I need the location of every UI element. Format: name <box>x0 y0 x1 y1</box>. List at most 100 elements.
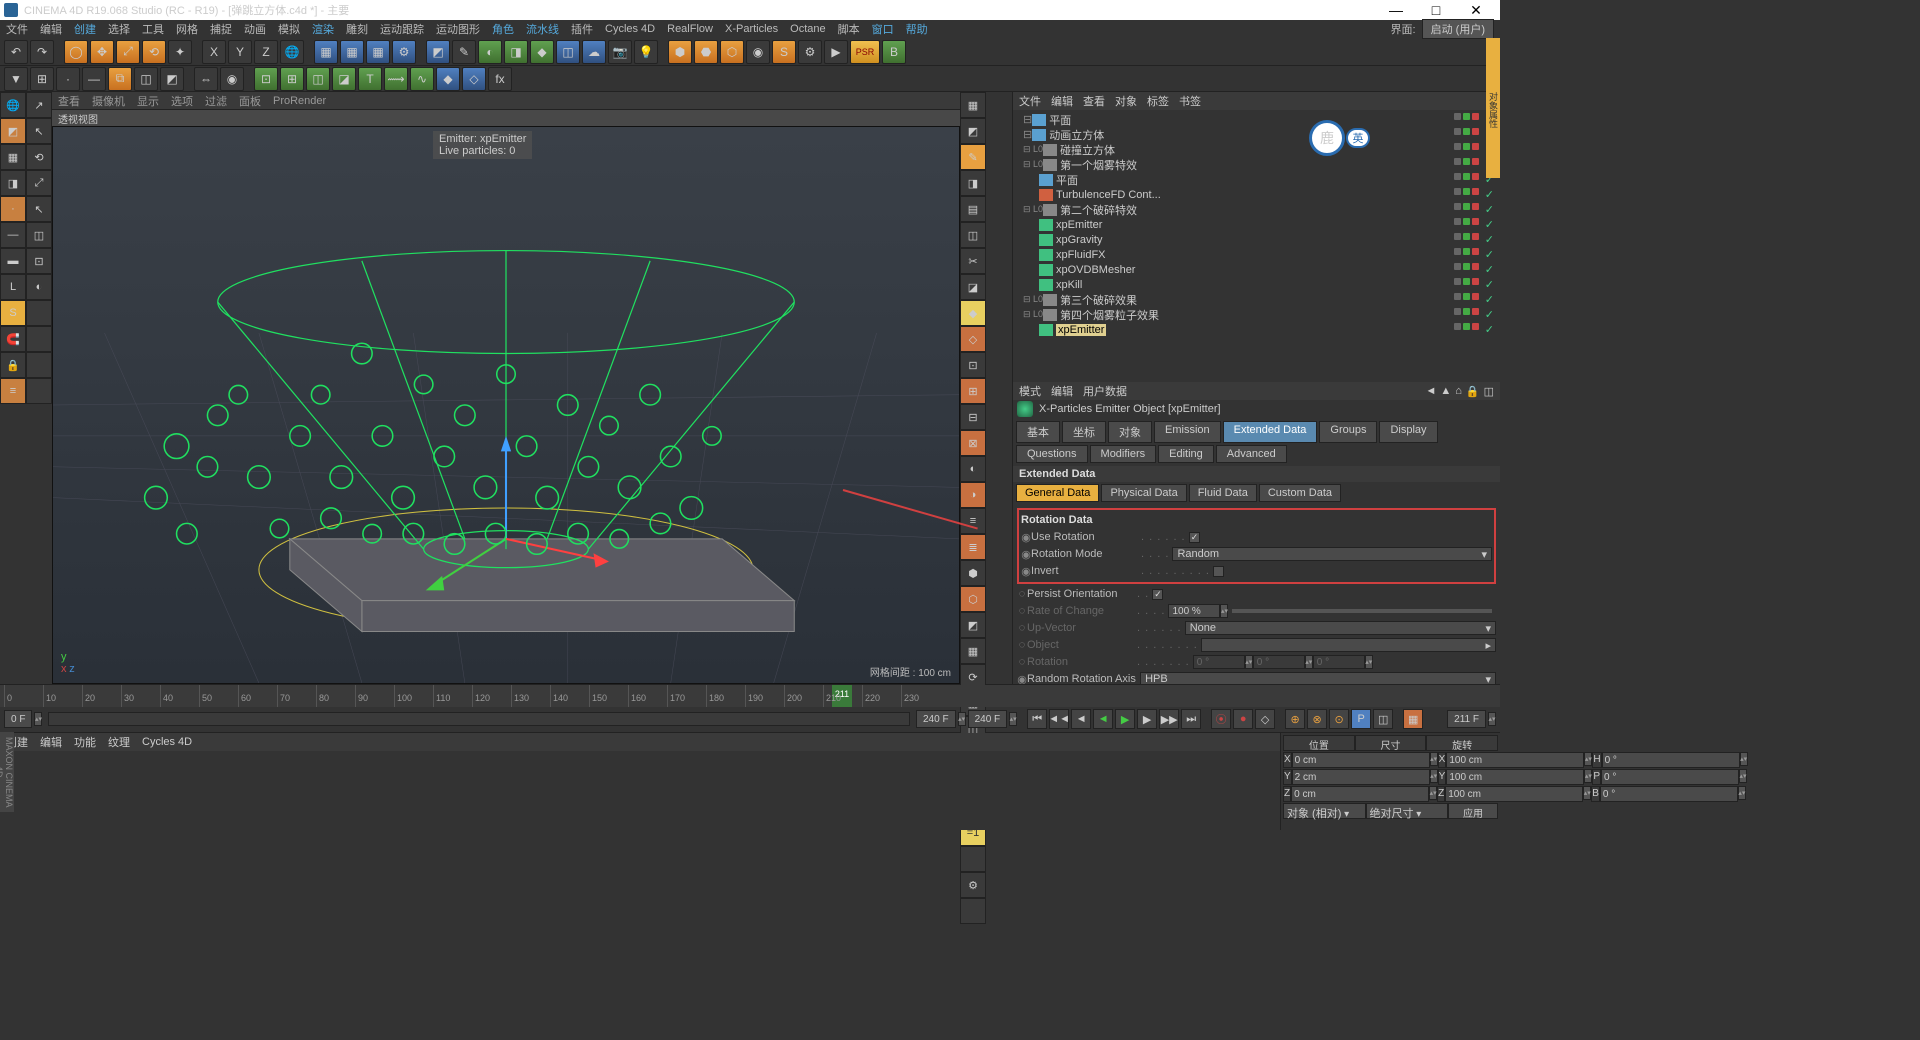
xp-emitter[interactable]: ⬣ <box>694 40 718 64</box>
bodypaint[interactable]: B <box>882 40 906 64</box>
menu-item[interactable]: 选择 <box>108 21 130 37</box>
menu-item[interactable]: Octane <box>790 23 825 35</box>
mograph-instance[interactable]: ◪ <box>332 67 356 91</box>
visibility-dot[interactable] <box>1463 323 1470 330</box>
enable-check[interactable]: ✓ <box>1485 203 1494 216</box>
effector-2[interactable]: ◇ <box>462 67 486 91</box>
menu-item[interactable]: 运动图形 <box>436 21 480 37</box>
menu-item[interactable]: 脚本 <box>838 21 860 37</box>
visibility-dot[interactable] <box>1463 308 1470 315</box>
object-name[interactable]: xpKill <box>1056 279 1082 291</box>
tool6[interactable]: ⊡ <box>26 248 52 274</box>
subdivision[interactable]: ◐ <box>478 40 502 64</box>
scale-tool[interactable]: ⤢ <box>116 40 140 64</box>
menu-item[interactable]: 工具 <box>142 21 164 37</box>
current-frame-display[interactable]: 211 F <box>1447 710 1486 728</box>
visibility-dot[interactable] <box>1463 233 1470 240</box>
attr-tab[interactable]: Display <box>1379 421 1437 443</box>
timeline-ruler[interactable]: 211 010203040506070809010011012013014015… <box>0 685 1500 707</box>
om-menu[interactable]: 文件 <box>1019 93 1041 109</box>
menu-item[interactable]: 文件 <box>6 21 28 37</box>
goto-end[interactable]: ⏭ <box>1181 709 1201 729</box>
rt8[interactable]: ◪ <box>960 274 986 300</box>
menu-item[interactable]: RealFlow <box>667 23 713 35</box>
tree-item[interactable]: xpGravity✓ <box>1015 232 1498 247</box>
tree-item[interactable]: xpEmitter✓ <box>1015 217 1498 232</box>
sp[interactable]: ▴▾ <box>34 712 42 726</box>
sp[interactable]: ▴▾ <box>1365 655 1373 669</box>
scale-key[interactable]: ⊗ <box>1307 709 1327 729</box>
nav-up-icon[interactable]: ▲ <box>1440 385 1451 398</box>
render-region[interactable]: ▦ <box>340 40 364 64</box>
object-name[interactable]: 第二个破碎特效 <box>1060 202 1137 218</box>
edge-mode[interactable]: — <box>0 222 26 248</box>
mograph-cloner[interactable]: ⊡ <box>254 67 278 91</box>
undo-button[interactable]: ↶ <box>4 40 28 64</box>
object-link[interactable]: ▸ <box>1201 638 1496 652</box>
axis-mode[interactable]: L <box>0 274 26 300</box>
menu-item[interactable]: 编辑 <box>40 21 62 37</box>
rand-axis-select[interactable]: HPB▾ <box>1140 672 1496 684</box>
sp[interactable]: ▴▾ <box>1009 712 1017 726</box>
rot-key[interactable]: ⊙ <box>1329 709 1349 729</box>
visibility-dot[interactable] <box>1472 293 1479 300</box>
minimize-button[interactable]: — <box>1376 2 1416 18</box>
new-window-icon[interactable]: ◫ <box>1484 385 1494 398</box>
coord-system[interactable]: 🌐 <box>280 40 304 64</box>
light[interactable]: 💡 <box>634 40 658 64</box>
menu-item[interactable]: 窗口 <box>872 21 894 37</box>
om-menu[interactable]: 查看 <box>1083 93 1105 109</box>
tool7[interactable]: ◐ <box>26 274 52 300</box>
visibility-dot[interactable] <box>1472 203 1479 210</box>
material-manager[interactable]: 创建 编辑 功能 纹理 Cycles 4D MAXON CINEMA 4D <box>0 733 1280 830</box>
rt10[interactable]: ◇ <box>960 326 986 352</box>
mat-menu[interactable]: 纹理 <box>108 734 130 750</box>
extrude[interactable]: ◨ <box>504 40 528 64</box>
visibility-dot[interactable] <box>1454 248 1461 255</box>
sp[interactable]: ▴▾ <box>1305 655 1313 669</box>
record-key[interactable]: ⦿ <box>1211 709 1231 729</box>
visibility-dot[interactable] <box>1454 278 1461 285</box>
layout-selector[interactable]: 启动 (用户) <box>1422 19 1494 39</box>
object-name[interactable]: 动画立方体 <box>1049 127 1104 143</box>
menu-item[interactable]: 流水线 <box>526 21 559 37</box>
tree-item[interactable]: ⊟ L0 第四个烟雾粒子效果✓ <box>1015 307 1498 322</box>
visibility-dot[interactable] <box>1463 293 1470 300</box>
rt7[interactable]: ✂ <box>960 248 986 274</box>
mograph-tracer[interactable]: ⟿ <box>384 67 408 91</box>
move-tool[interactable]: ✥ <box>90 40 114 64</box>
workplane-mode[interactable]: ◨ <box>0 170 26 196</box>
prev-key[interactable]: ◄◄ <box>1049 709 1069 729</box>
close-button[interactable]: ✕ <box>1456 2 1496 19</box>
visibility-dot[interactable] <box>1454 293 1461 300</box>
timeline-scrollbar[interactable] <box>48 712 910 726</box>
menu-item[interactable]: Cycles 4D <box>605 23 655 35</box>
tool11[interactable] <box>26 378 52 404</box>
attr-tab[interactable]: Editing <box>1158 445 1214 463</box>
prev-frame[interactable]: ◄ <box>1071 709 1091 729</box>
visibility-dot[interactable] <box>1472 188 1479 195</box>
sp[interactable]: ▴▾ <box>1430 769 1438 783</box>
attr-tab[interactable]: 基本 <box>1016 421 1060 443</box>
xp-generator[interactable]: ⬡ <box>720 40 744 64</box>
cube-icon[interactable]: ◩ <box>0 118 26 144</box>
mograph-matrix[interactable]: ⊞ <box>280 67 304 91</box>
menu-item[interactable]: 创建 <box>74 21 96 37</box>
sp[interactable]: ▴▾ <box>1584 769 1592 783</box>
visibility-dot[interactable] <box>1472 158 1479 165</box>
next-key[interactable]: ▶▶ <box>1159 709 1179 729</box>
rot-h[interactable] <box>1602 752 1740 768</box>
visibility-dot[interactable] <box>1472 308 1479 315</box>
axis-x[interactable]: X <box>202 40 226 64</box>
upvector-select[interactable]: None▾ <box>1185 621 1496 635</box>
rt5[interactable]: ▤ <box>960 196 986 222</box>
attr-tab[interactable]: 对象 <box>1108 421 1152 443</box>
visibility-dot[interactable] <box>1472 128 1479 135</box>
om-menu[interactable]: 标签 <box>1147 93 1169 109</box>
menu-item[interactable]: 网格 <box>176 21 198 37</box>
nav-back-icon[interactable]: ◄ <box>1425 385 1436 398</box>
tree-item[interactable]: ⊟ L0 第一个烟雾特效✓ <box>1015 157 1498 172</box>
generator[interactable]: ◆ <box>530 40 554 64</box>
visibility-dot[interactable] <box>1454 308 1461 315</box>
next-frame[interactable]: ▶ <box>1137 709 1157 729</box>
